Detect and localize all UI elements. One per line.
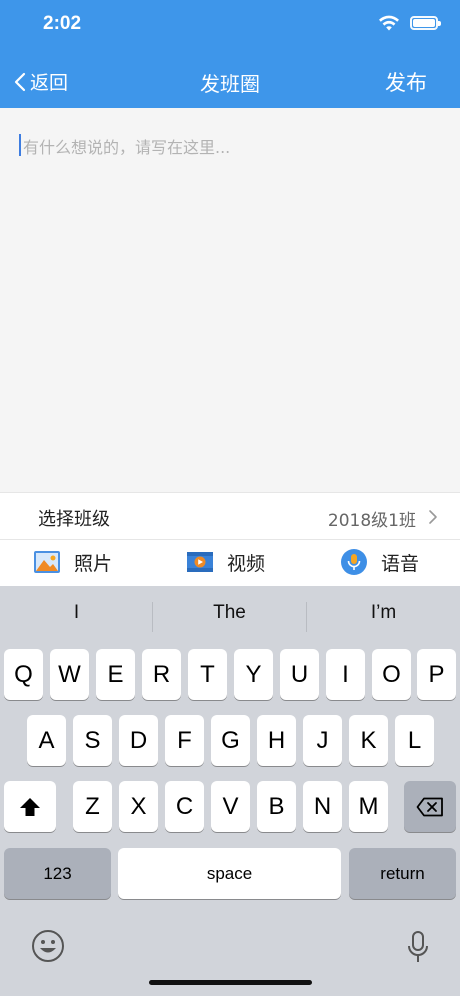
key[interactable]: B	[257, 781, 296, 832]
suggestion-item[interactable]: I’m	[307, 602, 460, 624]
backspace-icon	[416, 797, 443, 816]
key[interactable]: I	[326, 649, 365, 700]
text-caret	[19, 134, 21, 156]
key[interactable]: H	[257, 715, 296, 766]
key[interactable]: F	[165, 715, 204, 766]
key[interactable]: A	[27, 715, 66, 766]
photo-button[interactable]: 照片	[33, 548, 112, 576]
photo-icon	[34, 551, 60, 573]
key[interactable]: O	[372, 649, 411, 700]
publish-button[interactable]: 发布	[385, 67, 427, 97]
compose-textarea[interactable]: 有什么想说的，请写在这里...	[0, 108, 460, 492]
key[interactable]: P	[417, 649, 456, 700]
key[interactable]: R	[142, 649, 181, 700]
battery-icon	[410, 16, 441, 30]
class-selector-value: 2018级1班	[327, 511, 416, 531]
voice-label: 语音	[381, 552, 420, 575]
numbers-key[interactable]: 123	[4, 848, 111, 899]
space-key[interactable]: space	[118, 848, 341, 899]
chevron-right-icon	[429, 510, 437, 524]
media-toolbar: 照片 视频 语音	[0, 540, 460, 586]
video-button[interactable]: 视频	[186, 548, 265, 576]
back-label: 返回	[30, 72, 69, 94]
key[interactable]: J	[303, 715, 342, 766]
key[interactable]: U	[280, 649, 319, 700]
key[interactable]: K	[349, 715, 388, 766]
key[interactable]: T	[188, 649, 227, 700]
suggestion-bar: I The I’m	[0, 586, 460, 644]
key[interactable]: X	[119, 781, 158, 832]
return-key[interactable]: return	[349, 848, 456, 899]
key[interactable]: C	[165, 781, 204, 832]
chevron-left-icon	[14, 72, 26, 91]
back-button[interactable]: 返回	[14, 68, 68, 95]
top-header: 2:02 返回 发班圈 发布	[0, 0, 460, 108]
delete-key[interactable]	[404, 781, 456, 832]
key[interactable]: S	[73, 715, 112, 766]
video-icon	[187, 552, 213, 572]
status-icons	[378, 14, 441, 32]
microphone-icon[interactable]	[407, 930, 429, 964]
class-selector-label: 选择班级	[38, 509, 110, 530]
voice-icon	[341, 549, 367, 575]
key[interactable]: D	[119, 715, 158, 766]
suggestion-item[interactable]: I	[0, 602, 153, 624]
shift-key[interactable]	[4, 781, 56, 832]
key[interactable]: E	[96, 649, 135, 700]
status-time: 2:02	[43, 13, 82, 34]
key[interactable]: W	[50, 649, 89, 700]
key[interactable]: L	[395, 715, 434, 766]
key[interactable]: Q	[4, 649, 43, 700]
shift-icon	[20, 797, 40, 816]
key[interactable]: N	[303, 781, 342, 832]
key[interactable]: Y	[234, 649, 273, 700]
home-indicator	[149, 980, 312, 985]
key[interactable]: G	[211, 715, 250, 766]
key[interactable]: Z	[73, 781, 112, 832]
key[interactable]: V	[211, 781, 250, 832]
video-label: 视频	[227, 552, 266, 575]
class-selector[interactable]: 选择班级 2018级1班	[0, 492, 460, 540]
voice-button[interactable]: 语音	[340, 548, 419, 576]
compose-placeholder: 有什么想说的，请写在这里...	[23, 138, 231, 157]
suggestion-item[interactable]: The	[153, 602, 306, 624]
key[interactable]: M	[349, 781, 388, 832]
photo-label: 照片	[74, 552, 113, 575]
emoji-icon[interactable]	[31, 929, 65, 963]
wifi-icon	[379, 15, 399, 31]
